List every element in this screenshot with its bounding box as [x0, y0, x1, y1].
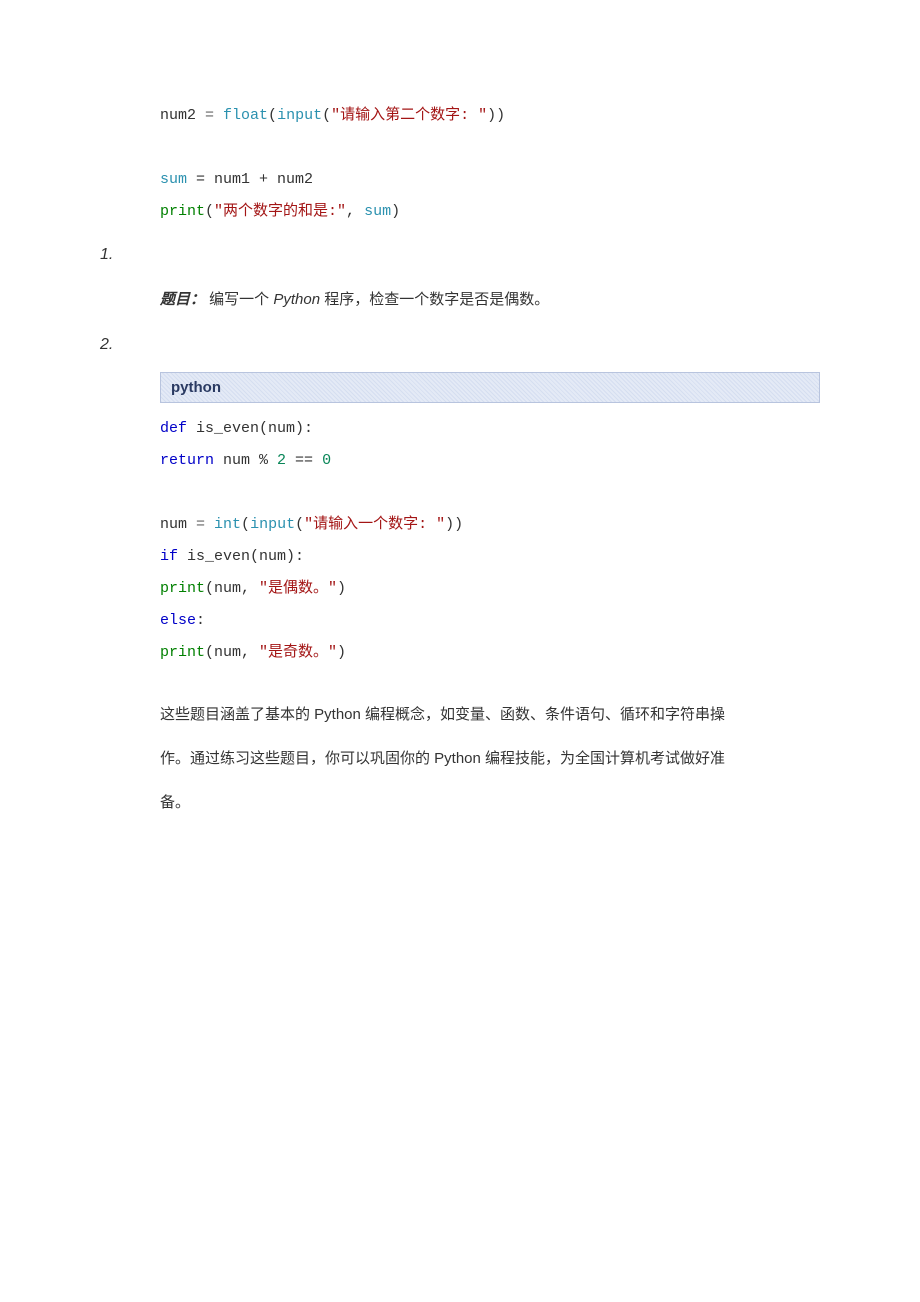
code-block-2: def is_even(num): return num % 2 == 0 nu… [100, 413, 820, 669]
code-keyword: print [160, 644, 205, 661]
document-page: num2 = float(input("请输入第二个数字: ")) sum = … [0, 0, 920, 1302]
code-keyword: print [160, 580, 205, 597]
code-keyword: return [160, 452, 214, 469]
code-text: num % [214, 452, 277, 469]
prompt-text: 编写一个 [205, 291, 273, 308]
code-text: = num1 + num2 [187, 171, 313, 188]
code-block-1: num2 = float(input("请输入第二个数字: ")) sum = … [100, 100, 820, 228]
code-text: ( [205, 203, 214, 220]
blank-line [160, 132, 820, 164]
code-keyword: def [160, 420, 187, 437]
code-text: is_even(num): [187, 420, 313, 437]
code-string: "请输入一个数字: " [304, 516, 445, 533]
code-text: num [160, 516, 196, 533]
footer-text: 编程概念，如变量、函数、条件语句、循环和字符串操 [365, 706, 725, 723]
code-string: "是偶数。" [259, 580, 337, 597]
blank-line [160, 477, 820, 509]
code-line: else: [160, 605, 820, 637]
code-keyword: input [250, 516, 295, 533]
code-keyword: sum [160, 171, 187, 188]
code-line: sum = num1 + num2 [160, 164, 820, 196]
code-text: )) [445, 516, 463, 533]
python-word: Python [314, 706, 365, 723]
code-text: )) [487, 107, 505, 124]
code-language-header: python [160, 372, 820, 403]
code-text: == [286, 452, 322, 469]
code-text: ) [337, 644, 346, 661]
footer-text: 这些题目涵盖了基本的 [160, 706, 314, 723]
code-keyword: input [277, 107, 322, 124]
code-number: 2 [277, 452, 286, 469]
code-line: num = int(input("请输入一个数字: ")) [160, 509, 820, 541]
list-number-2: 2. [100, 336, 820, 354]
code-text: : [196, 612, 205, 629]
footer-text: 备。 [160, 794, 190, 811]
code-line: if is_even(num): [160, 541, 820, 573]
code-text: ( [322, 107, 331, 124]
code-text: = [196, 516, 214, 533]
code-keyword: if [160, 548, 178, 565]
code-text: is_even(num): [178, 548, 304, 565]
code-text: num2 [160, 107, 205, 124]
code-text: ( [268, 107, 277, 124]
code-text: ( [295, 516, 304, 533]
code-keyword: float [223, 107, 268, 124]
footer-text: 编程技能，为全国计算机考试做好准 [485, 750, 725, 767]
code-line: print(num, "是奇数。") [160, 637, 820, 669]
python-word: Python [273, 291, 324, 308]
code-text: = [205, 107, 223, 124]
code-line: num2 = float(input("请输入第二个数字: ")) [160, 100, 820, 132]
question-prompt: 题目： 编写一个 Python 程序，检查一个数字是否是偶数。 [160, 286, 820, 314]
code-keyword: print [160, 203, 205, 220]
code-line: print("两个数字的和是:", sum) [160, 196, 820, 228]
code-text: (num, [205, 644, 259, 661]
prompt-label: 题目： [160, 291, 205, 308]
code-text: ( [241, 516, 250, 533]
code-line: def is_even(num): [160, 413, 820, 445]
code-keyword: else [160, 612, 196, 629]
python-word: Python [434, 750, 485, 767]
code-string: "请输入第二个数字: " [331, 107, 487, 124]
code-string: "是奇数。" [259, 644, 337, 661]
code-text: ) [391, 203, 400, 220]
code-text: (num, [205, 580, 259, 597]
footer-paragraph: 这些题目涵盖了基本的 Python 编程概念，如变量、函数、条件语句、循环和字符… [160, 693, 820, 825]
code-keyword: sum [364, 203, 391, 220]
code-keyword: int [214, 516, 241, 533]
list-number-1: 1. [100, 246, 820, 264]
code-text: , [346, 203, 364, 220]
footer-text: 作。通过练习这些题目，你可以巩固你的 [160, 750, 434, 767]
prompt-text: 程序，检查一个数字是否是偶数。 [324, 291, 549, 308]
code-line: print(num, "是偶数。") [160, 573, 820, 605]
code-text: ) [337, 580, 346, 597]
code-line: return num % 2 == 0 [160, 445, 820, 477]
code-string: "两个数字的和是:" [214, 203, 346, 220]
code-number: 0 [322, 452, 331, 469]
